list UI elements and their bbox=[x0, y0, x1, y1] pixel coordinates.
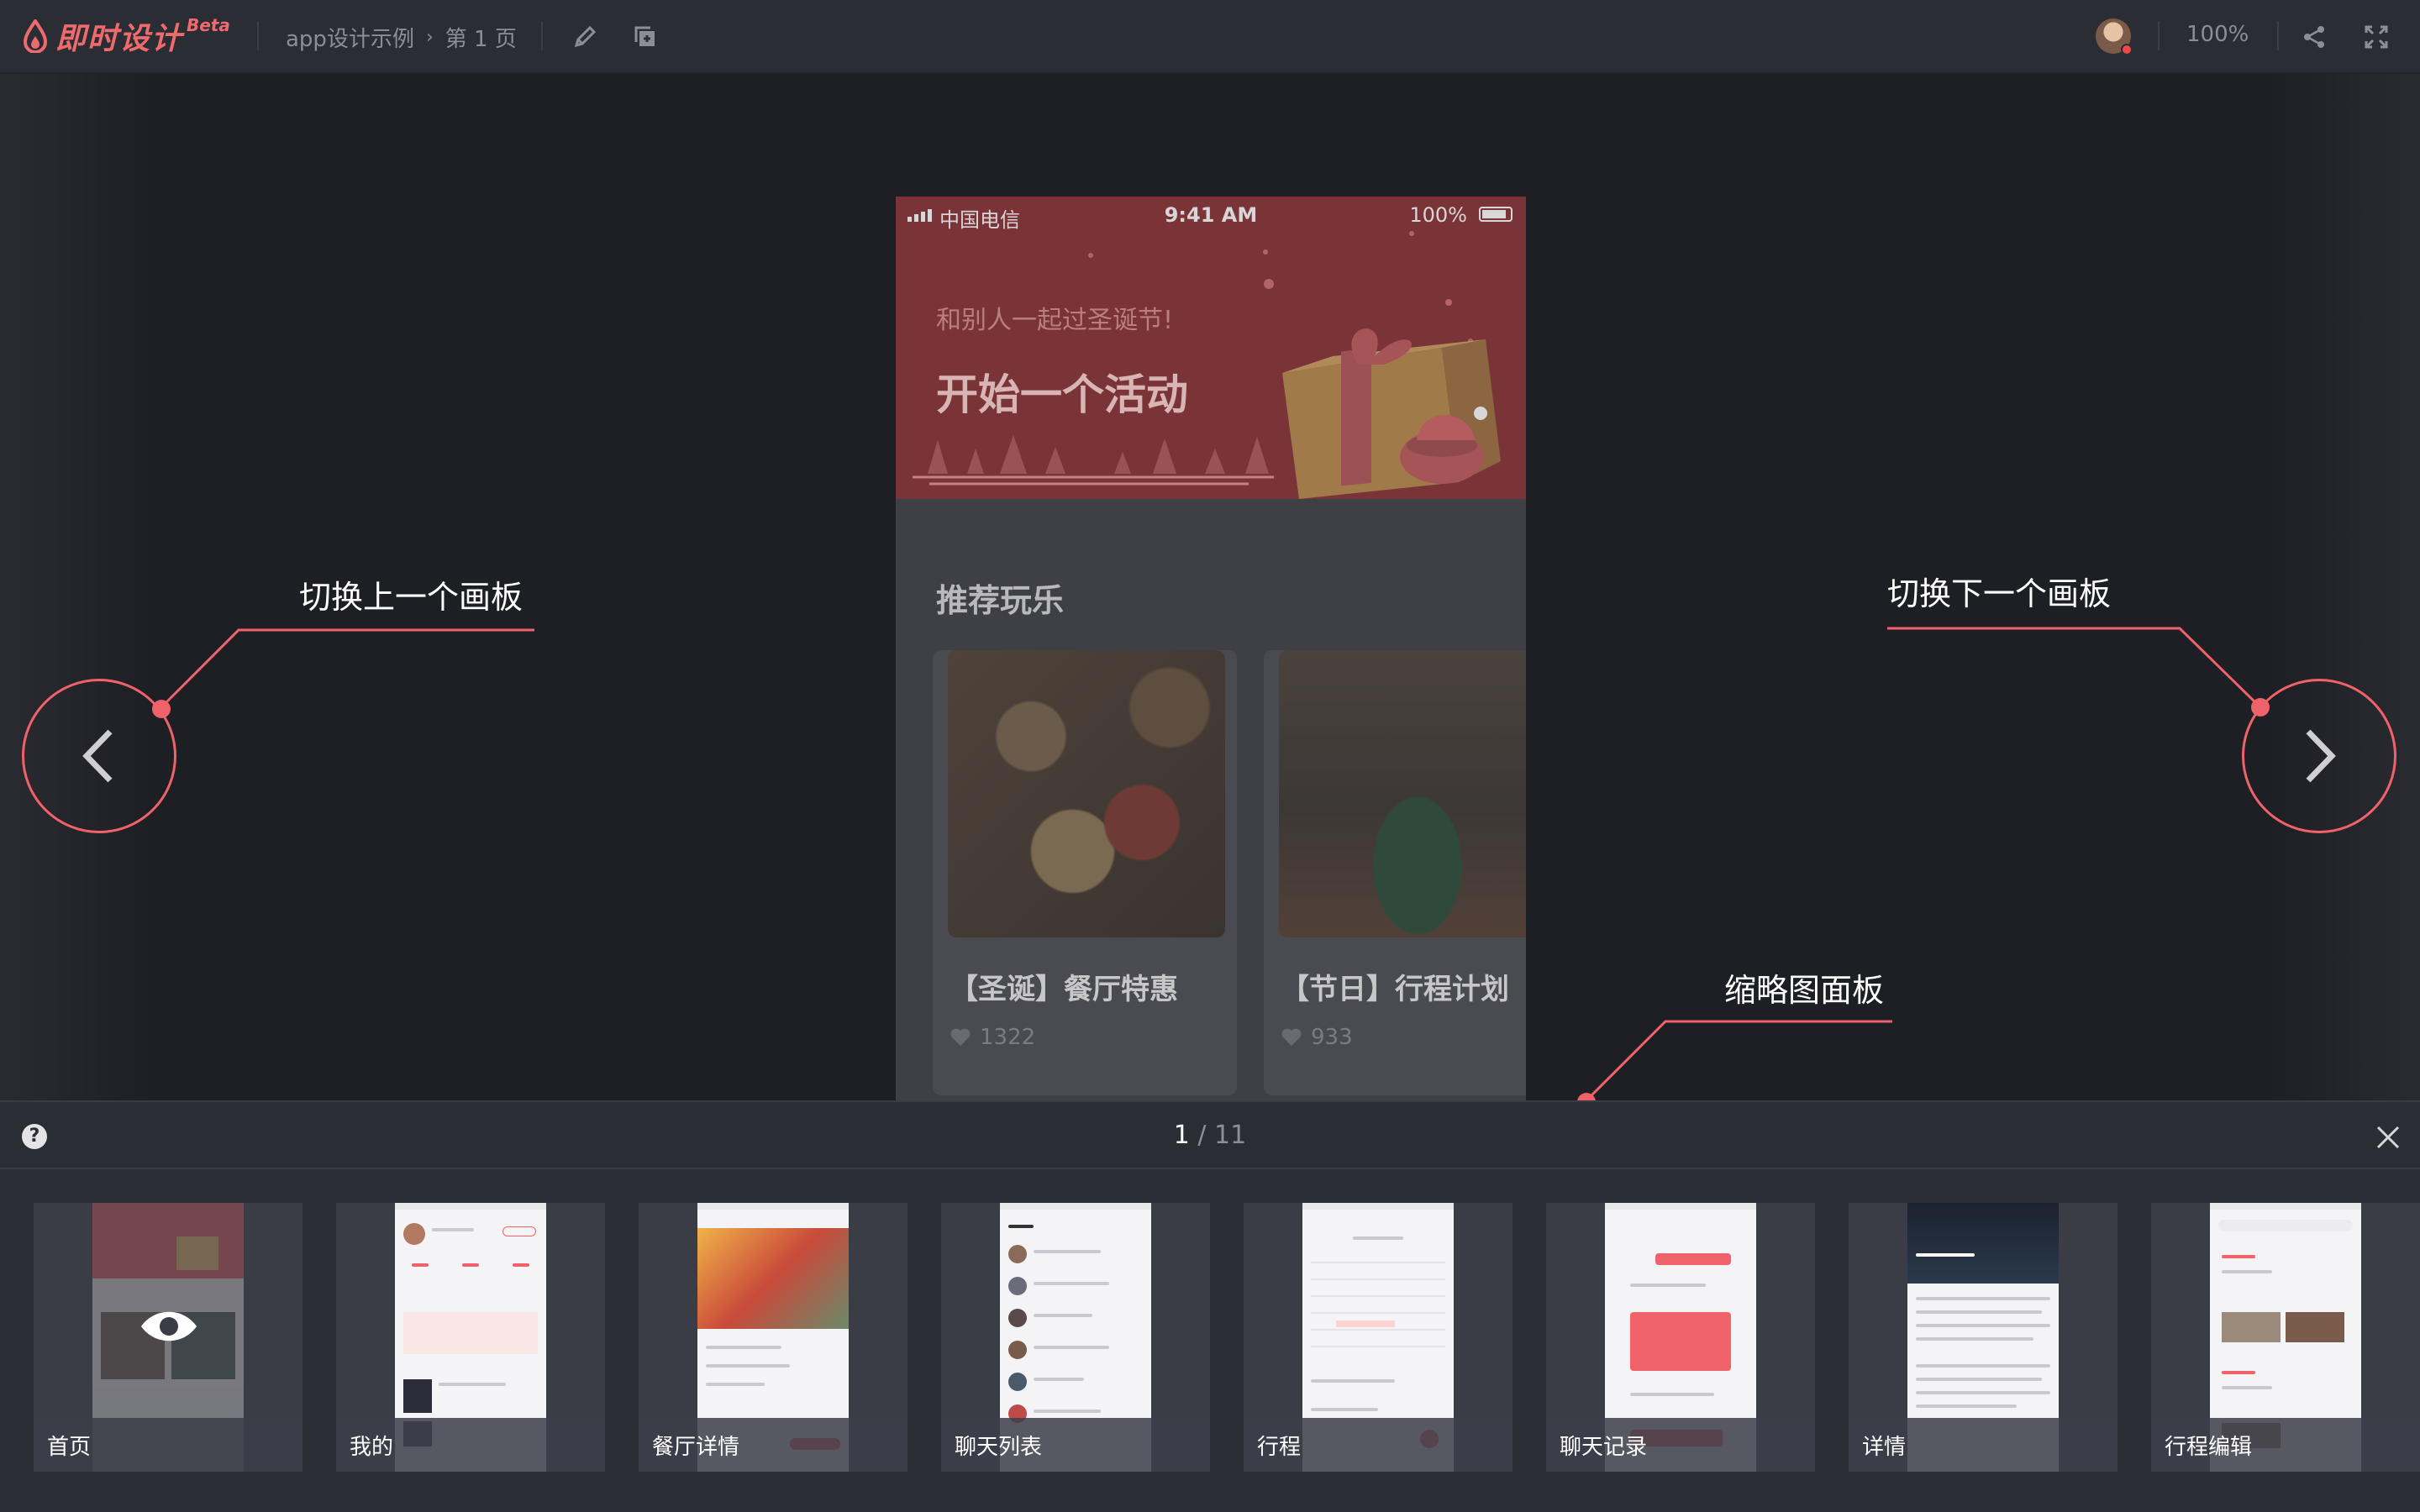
thumb-caption: 我的 bbox=[336, 1418, 605, 1472]
card-likes: 933 bbox=[1281, 1025, 1353, 1050]
itinerary-photo bbox=[1279, 650, 1526, 937]
thumbnail-panel: ? 1 / 11 首页 我的 餐厅详情 聊天列表 行程 聊天记录 详情 行程编辑 bbox=[0, 1100, 2420, 1512]
thumbnail-restaurant-detail[interactable]: 餐厅详情 bbox=[639, 1203, 908, 1472]
canvas-edge-shade bbox=[0, 74, 151, 1100]
current-page: 1 bbox=[1173, 1121, 1190, 1150]
chevron-right-icon: › bbox=[425, 26, 434, 48]
thumb-caption: 详情 bbox=[1849, 1418, 2118, 1472]
thumb-label: 行程编辑 bbox=[2165, 1435, 2253, 1460]
heart-icon bbox=[950, 1028, 971, 1046]
logo-drop-icon bbox=[23, 19, 48, 53]
beta-badge: Beta bbox=[187, 15, 230, 35]
thumb-caption: 行程编辑 bbox=[2151, 1418, 2420, 1472]
thumb-label: 聊天记录 bbox=[1560, 1435, 1648, 1460]
hero-subtitle: 和别人一起过圣诞节! bbox=[936, 306, 1174, 335]
thumbnail-chat-list[interactable]: 聊天列表 bbox=[941, 1203, 1210, 1472]
card-title: 【节日】行程计划 bbox=[1281, 973, 1509, 1006]
share-icon[interactable] bbox=[2296, 18, 2333, 55]
heart-icon bbox=[1281, 1028, 1302, 1046]
thumb-caption: 聊天列表 bbox=[941, 1418, 1210, 1472]
thumb-caption: 首页 bbox=[34, 1418, 302, 1472]
page-counter: 1 / 11 bbox=[0, 1121, 2420, 1150]
top-toolbar: 即时设计 Beta app设计示例 › 第 1 页 100% bbox=[0, 0, 2420, 74]
breadcrumb-page[interactable]: 第 1 页 bbox=[445, 22, 517, 53]
thumb-label: 聊天列表 bbox=[955, 1435, 1043, 1460]
online-status-dot bbox=[2121, 44, 2133, 55]
likes-count: 1322 bbox=[980, 1025, 1036, 1050]
next-artboard-button[interactable] bbox=[2242, 679, 2396, 833]
thumb-caption: 餐厅详情 bbox=[639, 1418, 908, 1472]
thumbnail-chat-history[interactable]: 聊天记录 bbox=[1546, 1203, 1815, 1472]
zoom-level[interactable]: 100% bbox=[2186, 22, 2249, 47]
card-likes: 1322 bbox=[950, 1025, 1035, 1050]
card-restaurant[interactable]: 【圣诞】餐厅特惠 1322 bbox=[933, 650, 1237, 1095]
card-itinerary[interactable]: 【节日】行程计划 933 bbox=[1264, 650, 1526, 1095]
thumbnail-itinerary-edit[interactable]: 行程编辑 bbox=[2151, 1203, 2420, 1472]
artboard-home[interactable]: 中国电信 9:41 AM 100% 和别人一起过圣诞节! 开始一个活动 推荐玩乐… bbox=[896, 197, 1526, 1100]
thumbnail-itinerary[interactable]: 行程 bbox=[1244, 1203, 1512, 1472]
thumb-label: 首页 bbox=[47, 1435, 92, 1460]
chevron-right-icon bbox=[2306, 729, 2336, 783]
divider bbox=[541, 22, 543, 50]
thumb-label: 行程 bbox=[1257, 1435, 1302, 1460]
divider bbox=[257, 22, 259, 50]
pencil-icon[interactable] bbox=[566, 18, 603, 55]
chevron-left-icon bbox=[82, 729, 113, 783]
prev-artboard-button[interactable] bbox=[22, 679, 176, 833]
restaurant-photo bbox=[948, 650, 1225, 937]
gift-box-icon bbox=[1282, 328, 1501, 499]
app-name: 即时设计 bbox=[55, 22, 184, 56]
panel-header: ? 1 / 11 bbox=[0, 1100, 2420, 1169]
total-pages: 11 bbox=[1214, 1121, 1247, 1150]
thumb-label: 详情 bbox=[1862, 1435, 1907, 1460]
breadcrumb: app设计示例 › 第 1 页 bbox=[286, 20, 517, 54]
thumbnail-strip: 首页 我的 餐厅详情 聊天列表 行程 聊天记录 详情 行程编辑 bbox=[34, 1203, 2420, 1472]
canvas-edge-shade bbox=[2269, 74, 2420, 1100]
thumbnail-home[interactable]: 首页 bbox=[34, 1203, 302, 1472]
thumbnail-detail[interactable]: 详情 bbox=[1849, 1203, 2118, 1472]
eye-icon bbox=[141, 1311, 197, 1341]
thumb-caption: 聊天记录 bbox=[1546, 1418, 1815, 1472]
section-title: 推荐玩乐 bbox=[936, 582, 1065, 619]
annotation-panel: 缩略图面板 bbox=[1724, 972, 1885, 1009]
divider bbox=[2158, 22, 2160, 50]
breadcrumb-project[interactable]: app设计示例 bbox=[286, 22, 414, 53]
close-icon[interactable] bbox=[2371, 1121, 2405, 1154]
page-separator: / bbox=[1197, 1121, 1207, 1150]
thumb-label: 我的 bbox=[350, 1435, 394, 1460]
tree-decoration-icon bbox=[913, 435, 1274, 486]
app-logo[interactable]: 即时设计 Beta bbox=[22, 15, 230, 57]
divider bbox=[2277, 22, 2279, 50]
annotation-prev: 切换上一个画板 bbox=[299, 579, 523, 616]
thumbnail-profile[interactable]: 我的 bbox=[336, 1203, 605, 1472]
hero-title: 开始一个活动 bbox=[936, 370, 1188, 419]
likes-count: 933 bbox=[1311, 1025, 1353, 1050]
thumb-label: 餐厅详情 bbox=[652, 1435, 740, 1460]
duplicate-icon[interactable] bbox=[627, 18, 664, 55]
thumb-caption: 行程 bbox=[1244, 1418, 1512, 1472]
card-title: 【圣诞】餐厅特惠 bbox=[950, 973, 1178, 1006]
fullscreen-icon[interactable] bbox=[2358, 18, 2395, 55]
annotation-next: 切换下一个画板 bbox=[1887, 575, 2112, 612]
